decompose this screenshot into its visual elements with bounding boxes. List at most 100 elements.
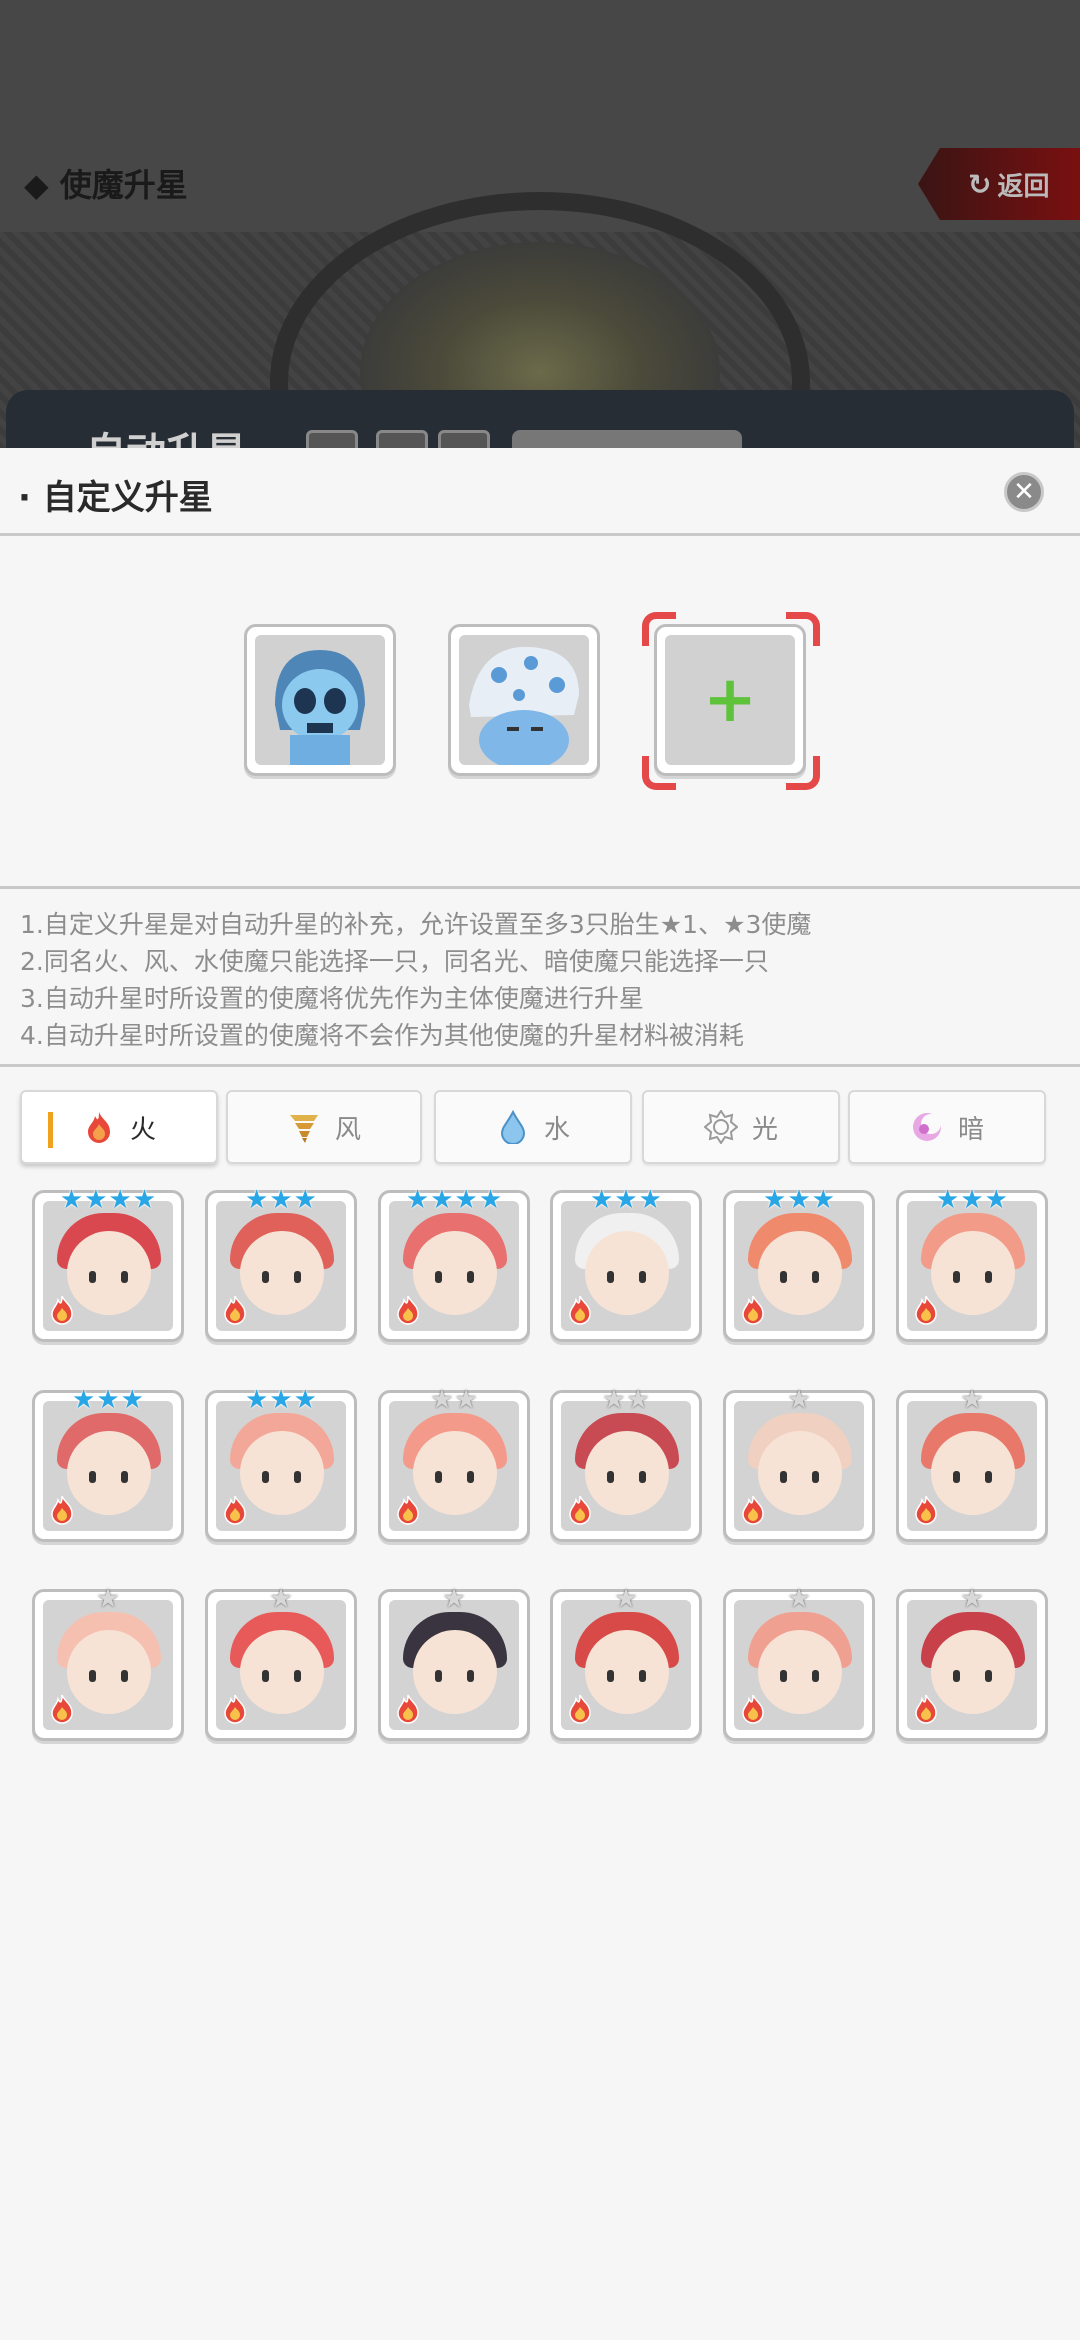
portrait-eye <box>607 1471 614 1483</box>
fire-icon <box>49 1295 75 1325</box>
star-rating: ★ <box>208 1586 354 1612</box>
familiar-card[interactable]: ★ ★ ★ <box>205 1187 357 1342</box>
sun-icon <box>703 1110 738 1144</box>
portrait-face <box>585 1431 669 1515</box>
panel-title: 自动升星 <box>86 420 246 450</box>
familiar-card[interactable]: ★ <box>205 1586 357 1741</box>
star-icon: ★ <box>269 1185 293 1215</box>
portrait-eye <box>121 1670 128 1682</box>
auto-upgrade-panel: 自动升星 <box>6 390 1074 450</box>
panel-button <box>512 430 742 450</box>
familiar-card[interactable]: ★ ★ ★ ★ <box>378 1185 530 1342</box>
portrait-face <box>758 1231 842 1315</box>
fire-icon <box>395 1295 421 1325</box>
portrait-face <box>758 1431 842 1515</box>
fire-icon <box>49 1694 75 1724</box>
close-button[interactable]: ✕ <box>1004 472 1044 512</box>
plus-icon: + <box>703 663 757 737</box>
portrait-eye <box>435 1471 442 1483</box>
portrait-eye <box>812 1271 819 1283</box>
tab-fire[interactable]: 火 <box>20 1090 218 1164</box>
familiar-card[interactable]: ★ ★ ★ <box>32 1385 184 1542</box>
back-button[interactable]: ↻ 返回 <box>918 148 1080 220</box>
tab-label: 风 <box>334 1114 361 1145</box>
star-rating: ★ ★ <box>381 1387 527 1413</box>
portrait-eye <box>121 1271 128 1283</box>
star-icon: ★ <box>590 1185 614 1215</box>
close-icon: ✕ <box>1013 477 1035 507</box>
portrait-eye <box>294 1471 301 1483</box>
portrait-eye <box>780 1670 787 1682</box>
portrait-face <box>413 1231 497 1315</box>
portrait-eye <box>89 1670 96 1682</box>
selected-familiar-slot[interactable] <box>244 624 396 776</box>
star-icon: ★ <box>430 1185 454 1215</box>
star-icon: ★ <box>293 1385 317 1415</box>
selected-familiar-slot[interactable] <box>448 624 600 776</box>
star-icon: ★ <box>787 1584 811 1614</box>
familiar-card[interactable]: ★ ★ ★ ★ <box>32 1187 184 1342</box>
star-icon: ★ <box>960 1385 984 1415</box>
star-icon: ★ <box>763 1185 787 1215</box>
tab-dark[interactable]: 暗 <box>848 1090 1046 1164</box>
familiar-card[interactable]: ★ <box>378 1586 530 1741</box>
tab-label: 暗 <box>957 1114 984 1145</box>
star-icon: ★ <box>245 1185 269 1215</box>
familiar-card[interactable]: ★ ★ ★ <box>896 1187 1048 1342</box>
tab-label: 水 <box>543 1114 570 1145</box>
familiar-card[interactable]: ★ <box>723 1387 875 1542</box>
add-familiar-slot[interactable]: + <box>654 624 806 776</box>
portrait-face <box>758 1630 842 1714</box>
star-rating: ★ <box>553 1586 699 1612</box>
familiar-portrait <box>389 1401 519 1531</box>
familiar-portrait <box>43 1600 173 1730</box>
familiar-card[interactable]: ★ <box>550 1586 702 1741</box>
fire-icon <box>222 1295 248 1325</box>
portrait-eye <box>780 1271 787 1283</box>
familiar-card[interactable]: ★ ★ ★ <box>550 1187 702 1342</box>
familiar-portrait <box>734 1401 864 1531</box>
tab-water[interactable]: 水 <box>434 1090 632 1164</box>
star-rating: ★ ★ <box>553 1387 699 1413</box>
familiar-portrait <box>216 1401 346 1531</box>
star-rating: ★ ★ ★ <box>208 1187 354 1213</box>
familiar-card[interactable]: ★ ★ ★ <box>723 1185 875 1342</box>
modal-header: · 自定义升星 ✕ <box>0 448 1080 536</box>
star-icon: ★ <box>638 1185 662 1215</box>
fire-icon <box>395 1694 421 1724</box>
familiar-portrait <box>561 1201 691 1331</box>
moon-icon <box>912 1113 941 1141</box>
portrait-face <box>931 1231 1015 1315</box>
portrait-eye <box>953 1670 960 1682</box>
tab-wind[interactable]: 风 <box>226 1090 422 1164</box>
star-icon: ★ <box>59 1185 84 1215</box>
familiar-card[interactable]: ★ <box>723 1584 875 1741</box>
portrait-face <box>67 1431 151 1515</box>
star-icon: ★ <box>787 1185 811 1215</box>
fire-icon <box>222 1495 248 1525</box>
familiar-card[interactable]: ★ <box>896 1586 1048 1741</box>
modal-title: · 自定义升星 <box>18 478 213 518</box>
familiar-card[interactable]: ★ <box>32 1586 184 1741</box>
star-rating: ★ ★ ★ <box>553 1187 699 1213</box>
portrait-eye <box>435 1271 442 1283</box>
panel-thumb-icon <box>376 430 428 450</box>
back-label: 返回 <box>997 171 1050 202</box>
star-icon: ★ <box>108 1185 132 1215</box>
portrait-eye <box>985 1271 992 1283</box>
familiar-card[interactable]: ★ ★ <box>378 1387 530 1542</box>
star-icon: ★ <box>454 1385 478 1415</box>
portrait-face <box>240 1630 324 1714</box>
star-rating: ★ ★ ★ ★ <box>35 1187 181 1213</box>
rule-line: 2.同名火、风、水使魔只能选择一只，同名光、暗使魔只能选择一只 <box>20 947 769 976</box>
portrait-eye <box>639 1271 646 1283</box>
star-icon: ★ <box>120 1385 144 1415</box>
familiar-card[interactable]: ★ ★ ★ <box>205 1387 357 1542</box>
familiar-card[interactable]: ★ <box>896 1385 1048 1542</box>
tornado-icon <box>289 1115 318 1143</box>
star-rating: ★ ★ ★ <box>208 1387 354 1413</box>
familiar-card[interactable]: ★ ★ <box>550 1387 702 1542</box>
tab-light[interactable]: 光 <box>642 1090 840 1164</box>
familiar-portrait <box>907 1201 1037 1331</box>
familiar-portrait <box>216 1201 346 1331</box>
